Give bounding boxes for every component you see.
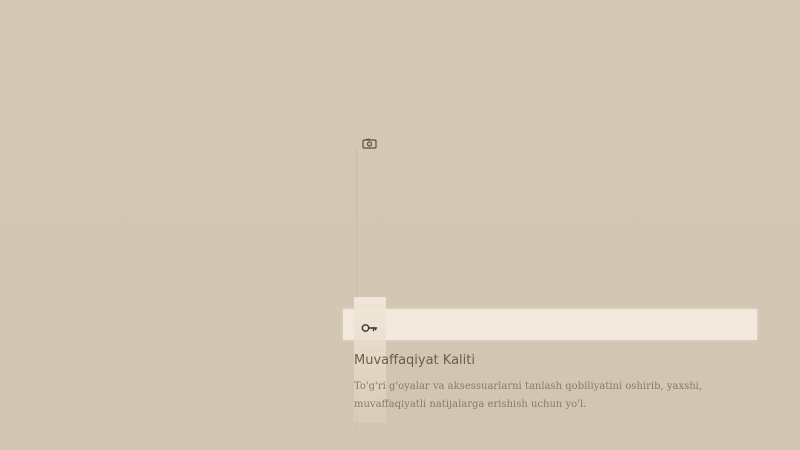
- achievement-description: To'g'ri g'oyalar va aksessuarlarni tanla…: [354, 381, 703, 410]
- achievement-title: Muvaffaqiyat Kaliti: [354, 353, 475, 368]
- key-icon[interactable]: [361, 319, 378, 332]
- camera-icon[interactable]: [362, 134, 377, 149]
- scene-canvas: Muvaffaqiyat Kaliti To'g'ri g'oyalar va …: [0, 0, 800, 450]
- selection-highlight-bar[interactable]: [343, 309, 757, 340]
